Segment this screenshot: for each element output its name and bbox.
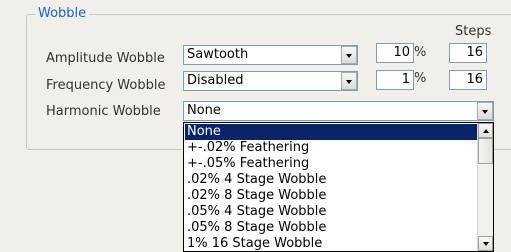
dropdown-option[interactable]: +-.05% Feathering xyxy=(185,156,480,172)
dropdown-option[interactable]: .05% 8 Stage Wobble xyxy=(185,220,480,236)
dropdown-scrollbar[interactable] xyxy=(477,123,493,251)
harmonic-wobble-dropdown-button[interactable] xyxy=(477,102,493,120)
dropdown-option[interactable]: .02% 4 Stage Wobble xyxy=(185,172,480,188)
frequency-amount-input[interactable]: 1 xyxy=(376,70,414,90)
group-title: Wobble xyxy=(35,6,90,22)
chevron-down-icon xyxy=(346,54,352,58)
dropdown-option[interactable]: .02% 8 Stage Wobble xyxy=(185,188,480,204)
amplitude-amount-input[interactable]: 10 xyxy=(376,43,414,63)
chevron-up-icon xyxy=(483,129,489,133)
chevron-down-icon xyxy=(346,80,352,84)
harmonic-wobble-value: None xyxy=(187,103,221,118)
amplitude-percent-label: % xyxy=(414,45,427,60)
harmonic-wobble-label: Harmonic Wobble xyxy=(46,104,161,119)
amplitude-wobble-value: Sawtooth xyxy=(187,47,249,62)
frequency-wobble-label: Frequency Wobble xyxy=(46,78,166,93)
scroll-up-button[interactable] xyxy=(478,123,493,138)
amplitude-steps-input[interactable]: 16 xyxy=(449,43,487,63)
chevron-down-icon xyxy=(482,110,488,114)
frequency-wobble-dropdown-button[interactable] xyxy=(341,72,357,90)
scrollbar-thumb[interactable] xyxy=(478,138,493,164)
dropdown-option[interactable]: +-.02% Feathering xyxy=(185,140,480,156)
harmonic-wobble-dropdown-list[interactable]: None +-.02% Feathering +-.05% Feathering… xyxy=(183,122,494,252)
frequency-percent-label: % xyxy=(414,71,427,86)
scroll-down-button[interactable] xyxy=(478,236,493,251)
frequency-steps-input[interactable]: 16 xyxy=(449,70,487,90)
amplitude-wobble-label: Amplitude Wobble xyxy=(46,51,165,66)
frequency-wobble-value: Disabled xyxy=(187,73,244,88)
dropdown-option[interactable]: .05% 4 Stage Wobble xyxy=(185,204,480,220)
harmonic-wobble-select[interactable]: None xyxy=(183,101,494,121)
steps-column-header: Steps xyxy=(455,24,492,39)
dropdown-option-none[interactable]: None xyxy=(185,124,480,140)
amplitude-wobble-dropdown-button[interactable] xyxy=(341,46,357,64)
chevron-down-icon xyxy=(483,242,489,246)
frequency-wobble-select[interactable]: Disabled xyxy=(183,71,358,91)
amplitude-wobble-select[interactable]: Sawtooth xyxy=(183,45,358,65)
